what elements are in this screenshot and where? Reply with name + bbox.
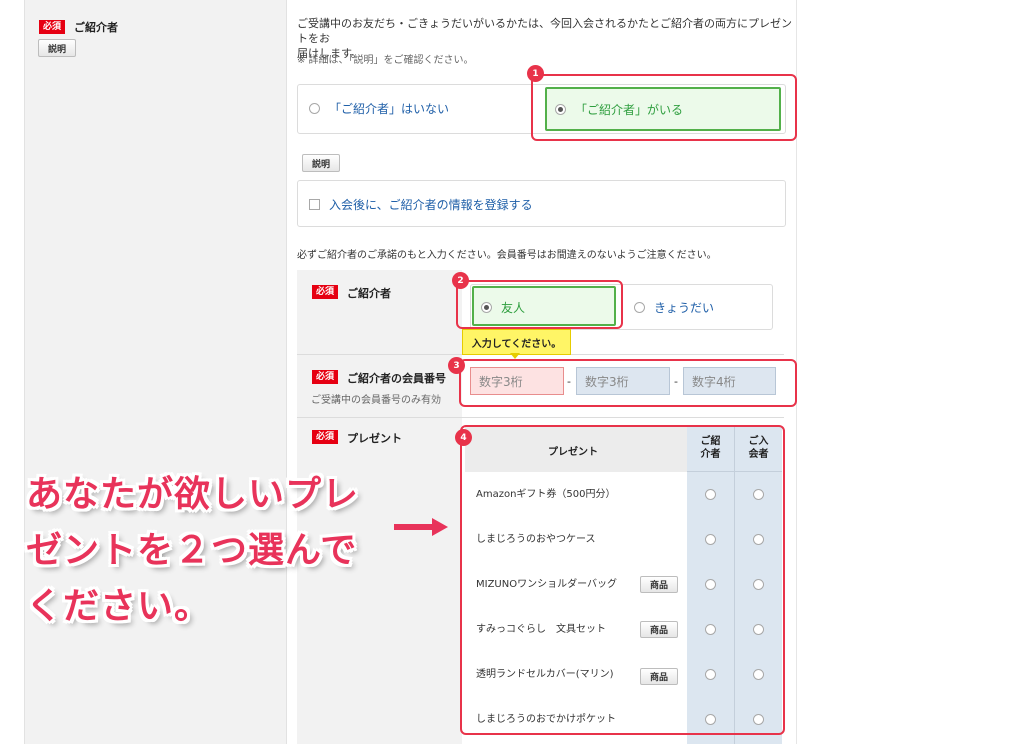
option-no-referrer[interactable]: 「ご紹介者」はいない: [309, 100, 449, 117]
annotation-line-1: あなたが欲しいプレ: [26, 474, 360, 515]
callout-1-badge: 1: [527, 65, 544, 82]
option-sibling[interactable]: きょうだい: [634, 299, 714, 316]
field-label-present: プレゼント: [347, 432, 402, 445]
consent-note: 必ずご紹介者のご承諾のもと入力ください。会員番号はお間違えのないようご注意くださ…: [297, 250, 717, 261]
callout-3-frame: [459, 359, 797, 407]
radio-sibling[interactable]: [634, 302, 645, 313]
explain-button-2[interactable]: 説明: [302, 154, 340, 172]
intro-note: ※ 詳細は、「説明」をご確認ください。: [297, 55, 474, 66]
option-no-referrer-label: 「ご紹介者」はいない: [329, 102, 450, 116]
register-later-label: 入会後に、ご紹介者の情報を登録する: [329, 198, 533, 212]
callout-2-badge: 2: [452, 272, 469, 289]
required-badge: 必須: [39, 20, 66, 34]
radio-no-referrer[interactable]: [309, 103, 320, 114]
annotation-line-3: ください。: [26, 586, 212, 627]
callout-1-frame: [531, 74, 797, 141]
divider: [297, 417, 784, 418]
annotation-text: あなたが欲しいプレ ゼントを２つ選んで ください。: [26, 467, 406, 635]
field-label-member-number: ご紹介者の会員番号: [347, 372, 446, 385]
callout-2-frame: [456, 280, 623, 329]
field-label-referrer: ご紹介者: [74, 21, 118, 34]
member-number-sub: ご受講中の会員番号のみ有効: [311, 395, 441, 406]
callout-4-badge: 4: [455, 429, 472, 446]
validation-tooltip: 入力してください。: [462, 329, 571, 355]
annotation-line-2: ゼントを２つ選んで: [26, 530, 358, 571]
callout-3-badge: 3: [448, 357, 465, 374]
explain-button[interactable]: 説明: [38, 39, 76, 57]
intro-line-1: ご受講中のお友だち・ごきょうだいがいるかたは、今回入会されるかたとご紹介者の両方…: [297, 17, 792, 45]
required-badge: 必須: [312, 285, 339, 299]
register-later-option[interactable]: 入会後に、ご紹介者の情報を登録する: [309, 196, 533, 213]
callout-4-frame: [460, 425, 785, 735]
arrow-right-icon: [394, 518, 448, 536]
field-label-relation: ご紹介者: [347, 287, 391, 300]
required-badge: 必須: [312, 430, 339, 444]
option-sibling-label: きょうだい: [654, 301, 715, 315]
register-later-checkbox[interactable]: [309, 199, 320, 210]
required-badge: 必須: [312, 370, 339, 384]
